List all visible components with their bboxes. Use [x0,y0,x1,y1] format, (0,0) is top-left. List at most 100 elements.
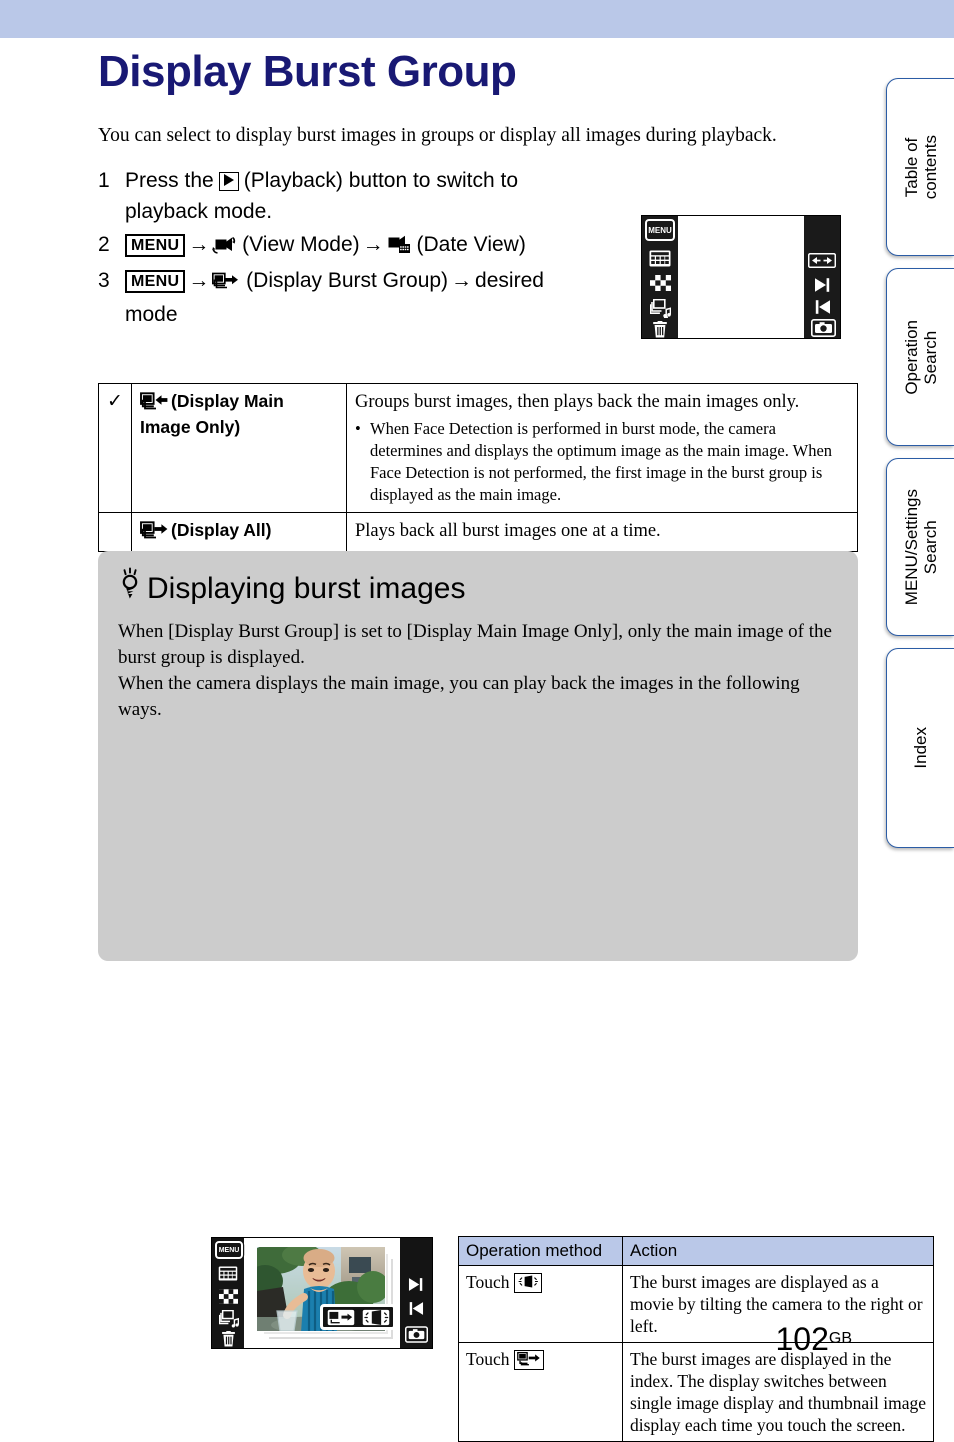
page-number-value: 102 [775,1321,829,1357]
display-burst-group-options-table: ✓ (Display Main Image Only) Groups burst… [98,383,858,552]
step-1-text-a: Press the [125,169,214,192]
procedure-steps: 1 Press the (Playback) button to switch t… [98,165,628,332]
arrow-right-icon: → [362,233,384,256]
default-checkmark-cell [98,512,132,552]
left-right-arrows-icon[interactable] [808,252,836,268]
step-2: 2 MENU → (View Mode) → (Date View) [98,229,628,263]
side-tab-label: Index [911,727,930,769]
date-view-icon[interactable] [648,248,672,268]
tip-body: When [Display Burst Group] is set to [Di… [118,619,838,723]
slideshow-icon[interactable] [649,298,671,318]
step-3-line-1: MENU → (Display Burst Group) → desired [125,265,628,299]
option-name-label: (Display All) [171,520,272,540]
previous-image-icon[interactable] [406,1300,425,1317]
side-tab-menu-settings-search[interactable]: MENU/Settings Search [886,458,954,636]
operation-method-cell: Touch [458,1342,623,1442]
table-row: (Display All) Plays back all burst image… [98,512,858,552]
date-view-icon [387,232,411,263]
index-view-icon[interactable] [218,1288,238,1305]
lightbulb-icon [115,567,145,610]
display-all-icon [513,1350,544,1370]
side-tab-label: Table of contents [901,134,940,200]
tip-heading-row: Displaying burst images [115,567,465,610]
previous-image-icon[interactable] [812,298,832,316]
step-2-label-1: (View Mode) [242,233,360,256]
shooting-mode-icon[interactable] [404,1325,428,1343]
step-number: 1 [98,169,110,192]
option-name-cell: (Display All) [131,512,347,552]
option-name-cell: (Display Main Image Only) [131,383,347,513]
intro-paragraph: You can select to display burst images i… [98,125,777,146]
page-body: Table of contents Operation Search MENU/… [0,38,954,1442]
camera-screen-viewport [678,216,804,338]
arrow-right-icon: → [188,233,210,256]
date-view-icon[interactable] [217,1265,239,1282]
view-mode-icon [212,232,236,263]
step-number: 3 [98,269,110,292]
table-row: ✓ (Display Main Image Only) Groups burst… [98,383,858,513]
table-row: Touch The burst images are displayed as … [458,1265,934,1343]
tilt-playback-icon [513,1273,542,1293]
option-description: Groups burst images, then plays back the… [355,392,800,412]
menu-icon[interactable]: MENU [215,1241,243,1259]
burst-overlay-buttons [320,1304,396,1330]
default-checkmark-cell: ✓ [98,383,132,513]
delete-icon[interactable] [220,1330,237,1347]
page-number-suffix: GB [828,1330,852,1347]
shooting-mode-icon[interactable] [810,318,836,337]
display-main-image-only-icon [140,391,168,416]
next-image-icon[interactable] [406,1276,425,1293]
camera-screen-photo-illustration: MENU [211,1237,433,1349]
tip-paragraph-2: When the camera displays the main image,… [118,673,800,720]
side-tab-operation-search[interactable]: Operation Search [886,268,954,446]
menu-button-icon: MENU [125,234,186,257]
display-all-icon [140,520,168,545]
checkmark-icon: ✓ [107,390,123,412]
step-1-line-2: playback mode. [125,200,273,223]
side-tab-label: Operation Search [901,319,940,395]
step-3-tail: desired [475,269,544,292]
top-header-band [0,0,954,38]
next-image-icon[interactable] [812,276,832,294]
step-2-line: MENU → (View Mode) → (Date View) [125,229,628,263]
display-all-icon[interactable] [327,1309,355,1326]
option-description-cell: Plays back all burst images one at a tim… [346,512,858,552]
step-1: 1 Press the (Playback) button to switch t… [98,165,628,227]
touch-label: Touch [466,1272,510,1292]
camera-screen-illustration: MENU [641,215,841,339]
step-number: 2 [98,233,110,256]
page-number: 102GB [775,1321,852,1358]
step-1-line-1: Press the (Playback) button to switch to [125,165,628,196]
slideshow-icon[interactable] [218,1310,239,1328]
tip-paragraph-1: When [Display Burst Group] is set to [Di… [118,621,832,668]
side-tab-table-of-contents[interactable]: Table of contents [886,78,954,256]
step-1-text-b: (Playback) button to switch to [243,169,519,192]
display-burst-group-icon [212,268,240,299]
table-row: Touch The burst images are displayed in … [458,1342,934,1442]
option-description-cell: Groups burst images, then plays back the… [346,383,858,513]
tip-box: Displaying burst images When [Display Bu… [98,551,934,1442]
operation-method-table: Operation method Action Touch The burst … [458,1236,934,1442]
side-tab-label: MENU/Settings Search [901,488,940,606]
menu-icon[interactable]: MENU [645,219,675,241]
arrow-right-icon: → [188,269,210,292]
column-header-action: Action [622,1236,934,1266]
index-view-icon[interactable] [649,273,671,293]
menu-button-icon: MENU [125,270,186,293]
option-description: Plays back all burst images one at a tim… [355,521,661,541]
step-3: 3 MENU → (Display Burst Group) → desired mo… [98,265,628,330]
step-2-label-2: (Date View) [416,233,526,256]
step-3-label-1: (Display Burst Group) [246,269,449,292]
bullet-marker: • [355,419,361,438]
side-tab-nav: Table of contents Operation Search MENU/… [886,78,954,848]
option-bullet: • When Face Detection is performed in bu… [355,418,849,506]
side-tab-index[interactable]: Index [886,648,954,848]
delete-icon[interactable] [651,320,669,338]
step-3-line-2: mode [125,303,178,326]
column-header-operation-method: Operation method [458,1236,623,1266]
bullet-text: When Face Detection is performed in burs… [370,419,833,504]
tip-heading: Displaying burst images [147,571,466,605]
playback-icon [218,172,239,191]
tilt-playback-icon[interactable] [362,1309,390,1326]
page-title: Display Burst Group [98,47,517,96]
